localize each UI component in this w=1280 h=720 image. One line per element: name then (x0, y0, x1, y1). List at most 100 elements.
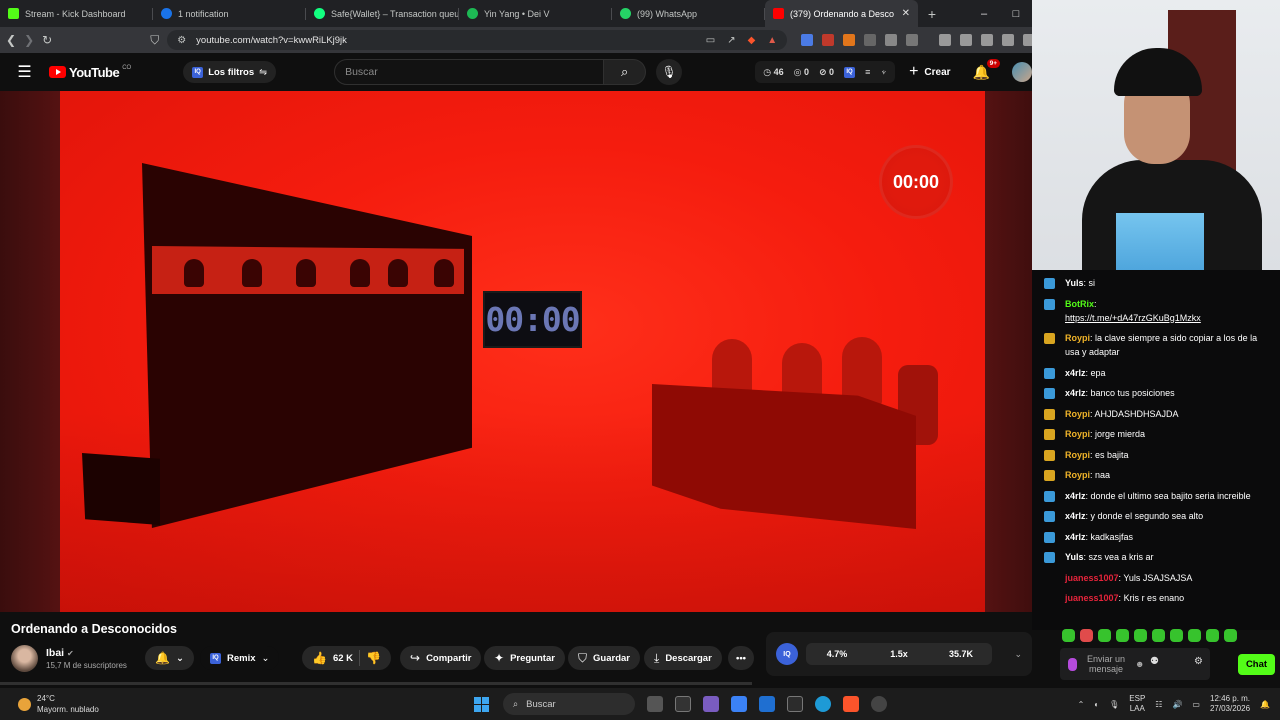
chat-username[interactable]: Roypi (1065, 333, 1090, 343)
emote-icon[interactable] (1134, 629, 1147, 642)
sidebar-icon[interactable] (960, 34, 973, 46)
mic-tray-icon[interactable]: 🎙 (1109, 700, 1119, 709)
channel-info[interactable]: Ibai ✔ 15,7 M de suscriptores (11, 645, 127, 672)
tab-notification[interactable]: 1 notification (153, 0, 306, 27)
download-button[interactable]: ⤓ Descargar (644, 646, 722, 670)
emote-icon[interactable] (1170, 629, 1183, 642)
emote-icon[interactable] (1206, 629, 1219, 642)
microphone-icon[interactable] (1068, 657, 1077, 671)
wifi-icon[interactable]: ☷ (1155, 700, 1162, 709)
tab-safe-wallet[interactable]: Safe{Wallet} – Transaction queue (306, 0, 459, 27)
channel-name[interactable]: Ibai ✔ (46, 647, 127, 659)
emote-icon[interactable] (1116, 629, 1129, 642)
settings-icon[interactable] (1002, 34, 1015, 46)
screenshot-extension-icon[interactable] (906, 34, 919, 46)
language-indicator[interactable]: ESP LAA (1129, 694, 1145, 714)
clock[interactable]: 12:46 p. m. 27/03/2026 (1210, 694, 1250, 714)
emote-icon[interactable] (1062, 629, 1075, 642)
voice-search-button[interactable]: 🎙 (656, 59, 683, 85)
chat-username[interactable]: x4rlz (1065, 511, 1086, 521)
store-icon[interactable] (758, 696, 775, 712)
cast-icon[interactable]: ▭ (706, 35, 715, 46)
brave-shield-icon[interactable]: ◆ (748, 35, 756, 46)
thumbs-up-icon[interactable]: 👍 (312, 651, 327, 665)
volume-icon[interactable]: 🔊 (1172, 700, 1182, 709)
notifications-button[interactable]: 🔔 9+ (973, 58, 1000, 81)
video-frame[interactable]: 00:00 00:00 (60, 91, 985, 612)
camera-extension-icon[interactable] (864, 34, 877, 46)
remix-button[interactable]: IQ Remix ⌄ (200, 646, 280, 670)
edge-icon[interactable] (814, 696, 831, 712)
ask-button[interactable]: ✦ Preguntar (484, 646, 565, 670)
start-button[interactable] (473, 696, 489, 712)
search-button[interactable]: ⌕ (604, 59, 647, 85)
taskbar-search[interactable]: ⌕ Buscar (502, 693, 635, 715)
chat-username[interactable]: Roypi (1065, 409, 1090, 419)
copilot-icon[interactable] (730, 696, 747, 712)
wallet-icon[interactable] (981, 34, 994, 46)
music-icon[interactable] (939, 34, 952, 46)
chat-username[interactable]: BotRix (1065, 299, 1094, 309)
snipping-tool-icon[interactable] (702, 696, 719, 712)
emote-icon[interactable] (1152, 629, 1165, 642)
emote-icon[interactable] (1188, 629, 1201, 642)
youtube-logo[interactable]: YouTube CO (49, 65, 131, 80)
chevron-down-icon[interactable]: ⌄ (1014, 649, 1022, 660)
chat-username[interactable]: juaness1007 (1065, 573, 1119, 583)
send-chat-button[interactable]: Chat (1238, 654, 1275, 675)
chevron-up-icon[interactable]: ⌃ (1078, 700, 1085, 709)
emote-icon[interactable] (1080, 629, 1093, 642)
points-icon[interactable]: ⚉ (1150, 656, 1159, 667)
extension-stats[interactable]: ◷ 46 ◎ 0 ⊘ 0 IQ ≡ ♆ (755, 61, 896, 83)
emote-icon[interactable] (1224, 629, 1237, 642)
battery-icon[interactable]: ▭ (1192, 700, 1200, 709)
notification-center-icon[interactable]: 🔔 (1260, 700, 1270, 709)
back-icon[interactable]: ❮ (6, 33, 16, 47)
create-button[interactable]: + Crear (909, 63, 950, 81)
chat-username[interactable]: Roypi (1065, 450, 1090, 460)
bookmark-icon[interactable]: ⛉ (150, 33, 159, 48)
tab-spotify[interactable]: Yin Yang • Dei V (459, 0, 612, 27)
weather-widget[interactable]: 24°C Mayorm. nublado (18, 693, 99, 715)
translate-extension-icon[interactable] (801, 34, 814, 46)
maximize-button[interactable]: □ (1000, 8, 1032, 20)
share-button[interactable]: ↪ Compartir (400, 646, 482, 670)
minimize-button[interactable]: – (968, 8, 1000, 20)
chat-username[interactable]: Roypi (1065, 470, 1090, 480)
search-input[interactable]: Buscar (334, 59, 605, 85)
chat-username[interactable]: x4rlz (1065, 388, 1086, 398)
chat-username[interactable]: x4rlz (1065, 491, 1086, 501)
extension-icon[interactable] (822, 34, 835, 46)
terminal-app-icon[interactable] (674, 696, 691, 712)
hamburger-menu-icon[interactable]: ☰ (0, 62, 49, 82)
thumbs-down-icon[interactable]: 👎 (366, 651, 381, 665)
chat-username[interactable]: x4rlz (1065, 368, 1086, 378)
account-avatar[interactable] (1012, 62, 1032, 82)
like-count[interactable]: 62 K (333, 653, 353, 664)
metamask-extension-icon[interactable] (843, 34, 856, 46)
page-scrollbar[interactable] (0, 682, 752, 685)
video-player[interactable]: 00:00 00:00 (0, 91, 1044, 612)
more-actions-button[interactable]: ••• (728, 646, 754, 670)
share-icon[interactable]: ↗ (727, 35, 735, 46)
channel-avatar[interactable] (11, 645, 38, 672)
puzzle-extension-icon[interactable] (885, 34, 898, 46)
emoji-icon[interactable]: ☻ (1135, 659, 1144, 669)
close-tab-icon[interactable]: ✕ (902, 8, 910, 19)
chat-username[interactable]: juaness1007 (1065, 593, 1119, 603)
app-tray-icon[interactable]: ◐ (1094, 700, 1099, 709)
chat-username[interactable]: Roypi (1065, 429, 1090, 439)
brave-icon[interactable] (842, 696, 859, 712)
address-bar[interactable]: ⚙ youtube.com/watch?v=kwwRiLKj9jk ▭ ↗ ◆ … (167, 30, 788, 50)
site-info-icon[interactable]: ⚙ (177, 35, 186, 46)
chat-username[interactable]: x4rlz (1065, 532, 1086, 542)
obs-icon[interactable] (870, 696, 887, 712)
subscription-bell-button[interactable]: 🔔 ⌄ (145, 646, 194, 670)
brave-rewards-icon[interactable]: ▲ (767, 35, 777, 46)
chat-username[interactable]: Yuls (1065, 552, 1084, 562)
settings-gear-icon[interactable]: ⚙ (1194, 656, 1203, 667)
chat-link[interactable]: https://t.me/+dA47rzGKuBg1Mzkx (1065, 313, 1201, 323)
save-button[interactable]: ⛉ Guardar (568, 646, 640, 670)
tab-kick-dashboard[interactable]: Stream - Kick Dashboard (0, 0, 153, 27)
emote-icon[interactable] (1098, 629, 1111, 642)
